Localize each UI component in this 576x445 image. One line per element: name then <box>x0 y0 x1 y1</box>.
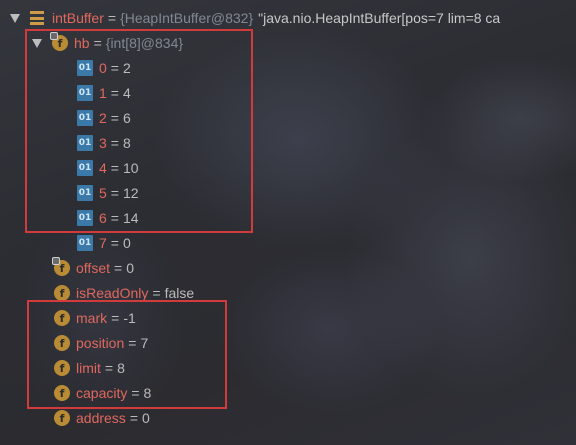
highlight-box-fields <box>27 300 227 409</box>
highlight-box-hb <box>25 29 253 233</box>
field-value: false <box>164 285 195 301</box>
array-element-icon: 01 <box>77 235 93 251</box>
field-value: 0 <box>142 410 150 426</box>
field-name: address <box>76 410 126 426</box>
field-icon: f <box>52 257 70 276</box>
equals-sign: = <box>129 410 138 426</box>
array-item[interactable]: 01 7 = 0 <box>77 232 131 254</box>
variable-name: intBuffer <box>52 10 104 26</box>
equals-sign: = <box>114 260 123 276</box>
equals-sign: = <box>107 10 117 26</box>
field-name: offset <box>76 260 110 276</box>
array-index: 7 <box>99 235 107 251</box>
tree-node-field[interactable]: f address = 0 <box>54 407 150 429</box>
expand-arrow-icon[interactable] <box>10 13 20 23</box>
field-value: 0 <box>126 260 134 276</box>
equals-sign: = <box>110 235 119 251</box>
field-icon: f <box>54 410 70 426</box>
equals-sign: = <box>152 285 161 301</box>
field-name: isReadOnly <box>76 285 149 301</box>
array-value: 0 <box>122 235 131 251</box>
field-icon: f <box>54 285 70 301</box>
object-icon <box>30 11 44 25</box>
tree-node-intbuffer[interactable]: intBuffer = {HeapIntBuffer@832} "java.ni… <box>10 7 500 29</box>
tree-node-field[interactable]: f offset = 0 <box>52 257 134 279</box>
object-summary: "java.nio.HeapIntBuffer[pos=7 lim=8 ca <box>258 10 501 26</box>
object-reference: {HeapIntBuffer@832} <box>120 10 254 26</box>
